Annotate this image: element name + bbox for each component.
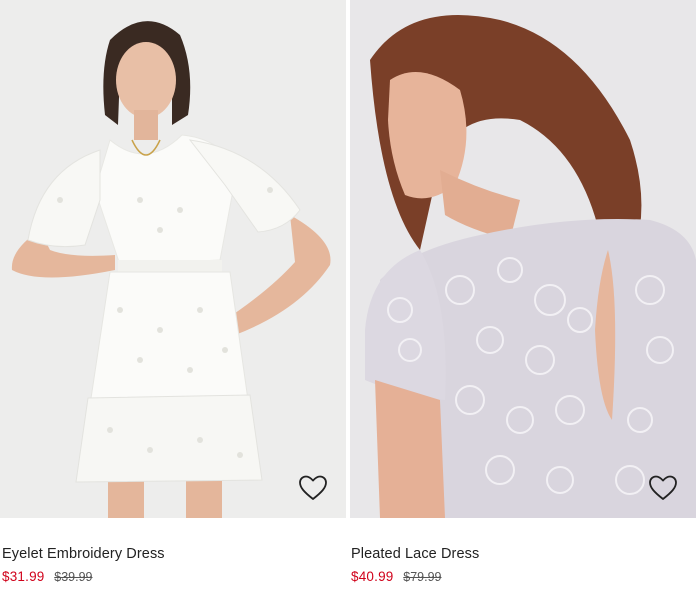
wishlist-button[interactable] — [298, 474, 328, 502]
product-card[interactable]: Eyelet Embroidery Dress $31.99 $39.99 — [0, 0, 346, 594]
sale-price: $31.99 — [2, 569, 45, 584]
product-photo-illustration — [0, 0, 346, 518]
product-info: Pleated Lace Dress $40.99 $79.99 — [350, 518, 696, 585]
product-card[interactable]: Pleated Lace Dress $40.99 $79.99 — [350, 0, 696, 594]
sale-price: $40.99 — [351, 569, 394, 584]
product-title[interactable]: Pleated Lace Dress — [351, 545, 696, 563]
product-image-eyelet-dress[interactable] — [0, 0, 346, 518]
product-photo-illustration — [350, 0, 696, 518]
price-row: $31.99 $39.99 — [2, 569, 346, 585]
original-price: $39.99 — [54, 570, 93, 584]
heart-outline-icon — [649, 475, 677, 500]
product-info: Eyelet Embroidery Dress $31.99 $39.99 — [0, 518, 346, 585]
price-row: $40.99 $79.99 — [351, 569, 696, 585]
wishlist-button[interactable] — [648, 474, 678, 502]
original-price: $79.99 — [403, 570, 442, 584]
product-image-lace-dress[interactable] — [350, 0, 696, 518]
product-grid: Eyelet Embroidery Dress $31.99 $39.99 Pl… — [0, 0, 700, 594]
heart-outline-icon — [299, 475, 327, 500]
product-title[interactable]: Eyelet Embroidery Dress — [2, 545, 346, 563]
